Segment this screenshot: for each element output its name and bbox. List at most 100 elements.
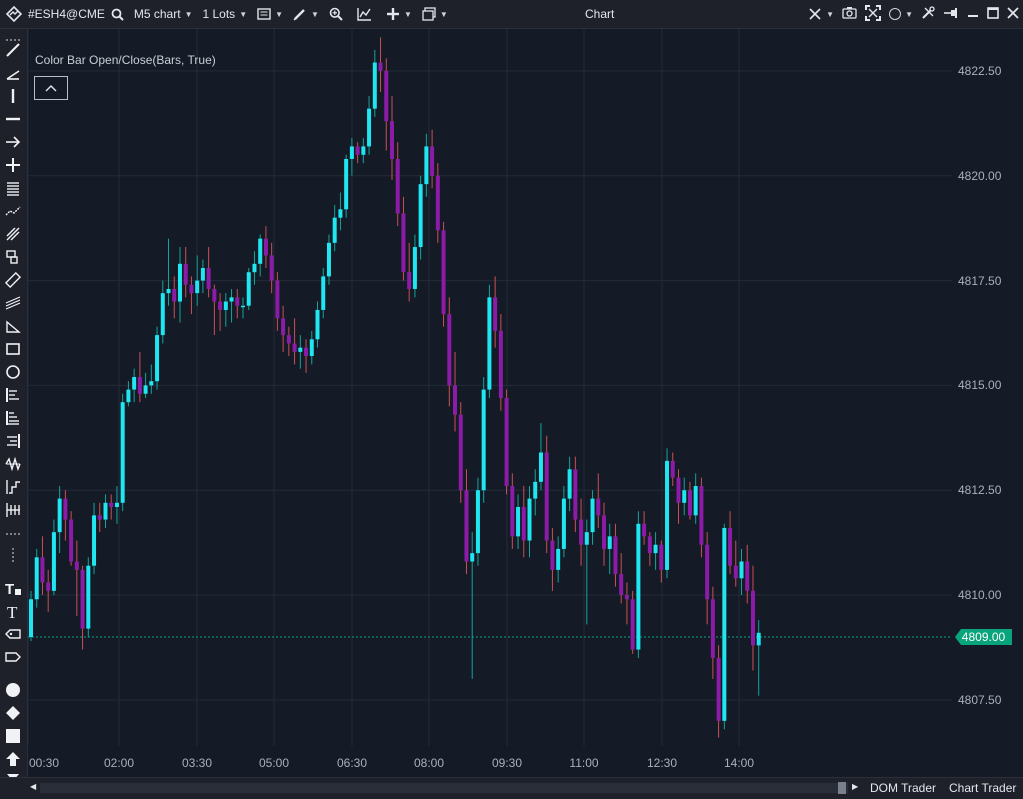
settings-button[interactable] (921, 5, 935, 23)
candle-body (258, 238, 263, 264)
screenshot-button[interactable] (842, 6, 857, 22)
dom-trader-button[interactable]: DOM Trader (870, 781, 936, 795)
pitchfork-tool-icon[interactable] (3, 225, 23, 243)
window-title: Chart (585, 7, 615, 21)
step-line-tool-icon[interactable] (3, 478, 23, 496)
time-tick-label: 02:00 (103, 756, 135, 770)
grid-tool-icon[interactable] (3, 501, 23, 519)
link-group-button[interactable]: ▼ (889, 8, 913, 20)
close-button[interactable] (1007, 6, 1019, 22)
crosshair-tool-icon[interactable] (3, 156, 23, 174)
crosshair-sync-button[interactable]: ▼ (808, 7, 834, 21)
maximize-button[interactable] (987, 6, 999, 22)
gann-tool-icon[interactable] (3, 248, 23, 266)
symbol-selector[interactable]: #ESH4@CME (25, 0, 108, 28)
diamond-marker-tool-icon[interactable] (3, 704, 23, 722)
svg-text:T: T (5, 581, 14, 596)
candle-body (286, 335, 291, 344)
candle-body (349, 146, 354, 159)
drawing-tools-button[interactable]: ▼ (290, 0, 322, 28)
candle-body (756, 632, 761, 646)
candle-body (670, 460, 675, 478)
zoom-button[interactable] (326, 0, 346, 28)
text-tool-icon[interactable]: T (3, 602, 23, 620)
price-tick-label: 4810.00 (958, 588, 1002, 603)
candle-body (705, 544, 710, 600)
candle-body (504, 397, 509, 487)
fib-extension-tool-icon[interactable] (3, 409, 23, 427)
fibonacci-tool-icon[interactable] (3, 179, 23, 197)
channel-tool-icon[interactable] (3, 294, 23, 312)
callout-tool-icon[interactable] (3, 648, 23, 666)
candle-body (97, 515, 102, 520)
scroll-right-icon[interactable]: ▶ (852, 782, 858, 791)
ruler-tool-icon[interactable] (3, 271, 23, 289)
trend-line-tool-icon[interactable] (3, 41, 23, 59)
candle-body (470, 553, 475, 562)
candle-body (716, 657, 721, 721)
fullscreen-button[interactable] (865, 4, 882, 24)
candle-body (573, 469, 578, 520)
pin-button[interactable] (943, 7, 959, 22)
collapse-indicator-button[interactable] (34, 76, 68, 100)
time-axis[interactable]: 00:30 02:00 03:30 05:00 06:30 08:00 09:30 11:00… (28, 752, 952, 776)
price-chart[interactable] (27, 29, 952, 746)
candle-body (57, 498, 62, 533)
circle-marker-tool-icon[interactable] (3, 681, 23, 699)
text-lock-tool-icon[interactable]: T (3, 579, 23, 597)
scroll-left-icon[interactable]: ◀ (30, 782, 36, 791)
chart-trader-button[interactable]: Chart Trader (949, 781, 1016, 795)
candle-body (137, 377, 142, 394)
minimize-button[interactable] (967, 7, 979, 22)
chevron-down-icon: ▼ (311, 9, 319, 19)
candle-body (384, 70, 389, 122)
price-tick-label: 4817.50 (958, 273, 1002, 288)
horizontal-line-tool-icon[interactable] (3, 110, 23, 128)
candle-body (619, 574, 624, 596)
ray-tool-icon[interactable] (3, 64, 23, 82)
rectangle-tool-icon[interactable] (3, 340, 23, 358)
fib-retracement-tool-icon[interactable] (3, 386, 23, 404)
triangle-tool-icon[interactable] (3, 317, 23, 335)
arrow-up-marker-tool-icon[interactable] (3, 750, 23, 768)
candle-body (177, 263, 182, 302)
candlestick-chart[interactable] (27, 29, 952, 746)
candle-body (458, 414, 463, 491)
indicators-button[interactable] (354, 0, 375, 28)
candle-body (556, 548, 561, 570)
price-tick-label: 4822.50 (958, 63, 1002, 78)
price-label-tool-icon[interactable] (3, 625, 23, 643)
candle-body (699, 486, 704, 545)
candle-body (624, 595, 629, 600)
horizontal-scrollbar[interactable] (40, 783, 848, 793)
lots-dropdown[interactable]: 1 Lots ▼ (199, 0, 250, 28)
candle-body (218, 301, 223, 310)
ellipse-tool-icon[interactable] (3, 363, 23, 381)
wave-tool-icon[interactable] (3, 455, 23, 473)
candle-body (378, 62, 383, 71)
candle-body (241, 305, 246, 308)
arrow-tool-icon[interactable] (3, 133, 23, 151)
candle-body (487, 297, 492, 390)
templates-button[interactable]: ▼ (419, 0, 451, 28)
symbol-label: #ESH4@CME (28, 7, 105, 21)
app-logo-icon[interactable] (0, 0, 25, 28)
chevron-down-icon: ▼ (403, 9, 412, 19)
square-marker-tool-icon[interactable] (3, 727, 23, 745)
chevron-down-icon: ▼ (439, 9, 448, 19)
candle-body (613, 536, 618, 575)
candle-body (561, 498, 566, 549)
add-object-button[interactable]: ▼ (383, 0, 415, 28)
chart-style-button[interactable]: ▼ (254, 0, 286, 28)
symbol-search-icon[interactable] (108, 0, 127, 28)
time-tick-label: 14:00 (723, 756, 755, 770)
timeframe-dropdown[interactable]: M5 chart ▼ (131, 0, 196, 28)
more-tools-icon[interactable] (3, 546, 23, 564)
price-tick-label: 4820.00 (958, 168, 1002, 183)
scrollbar-thumb[interactable] (838, 782, 846, 794)
candle-body (51, 532, 56, 591)
vertical-line-tool-icon[interactable] (3, 87, 23, 105)
path-tool-icon[interactable] (3, 202, 23, 220)
fib-time-tool-icon[interactable] (3, 432, 23, 450)
indicator-label[interactable]: Color Bar Open/Close(Bars, True) (35, 53, 216, 67)
